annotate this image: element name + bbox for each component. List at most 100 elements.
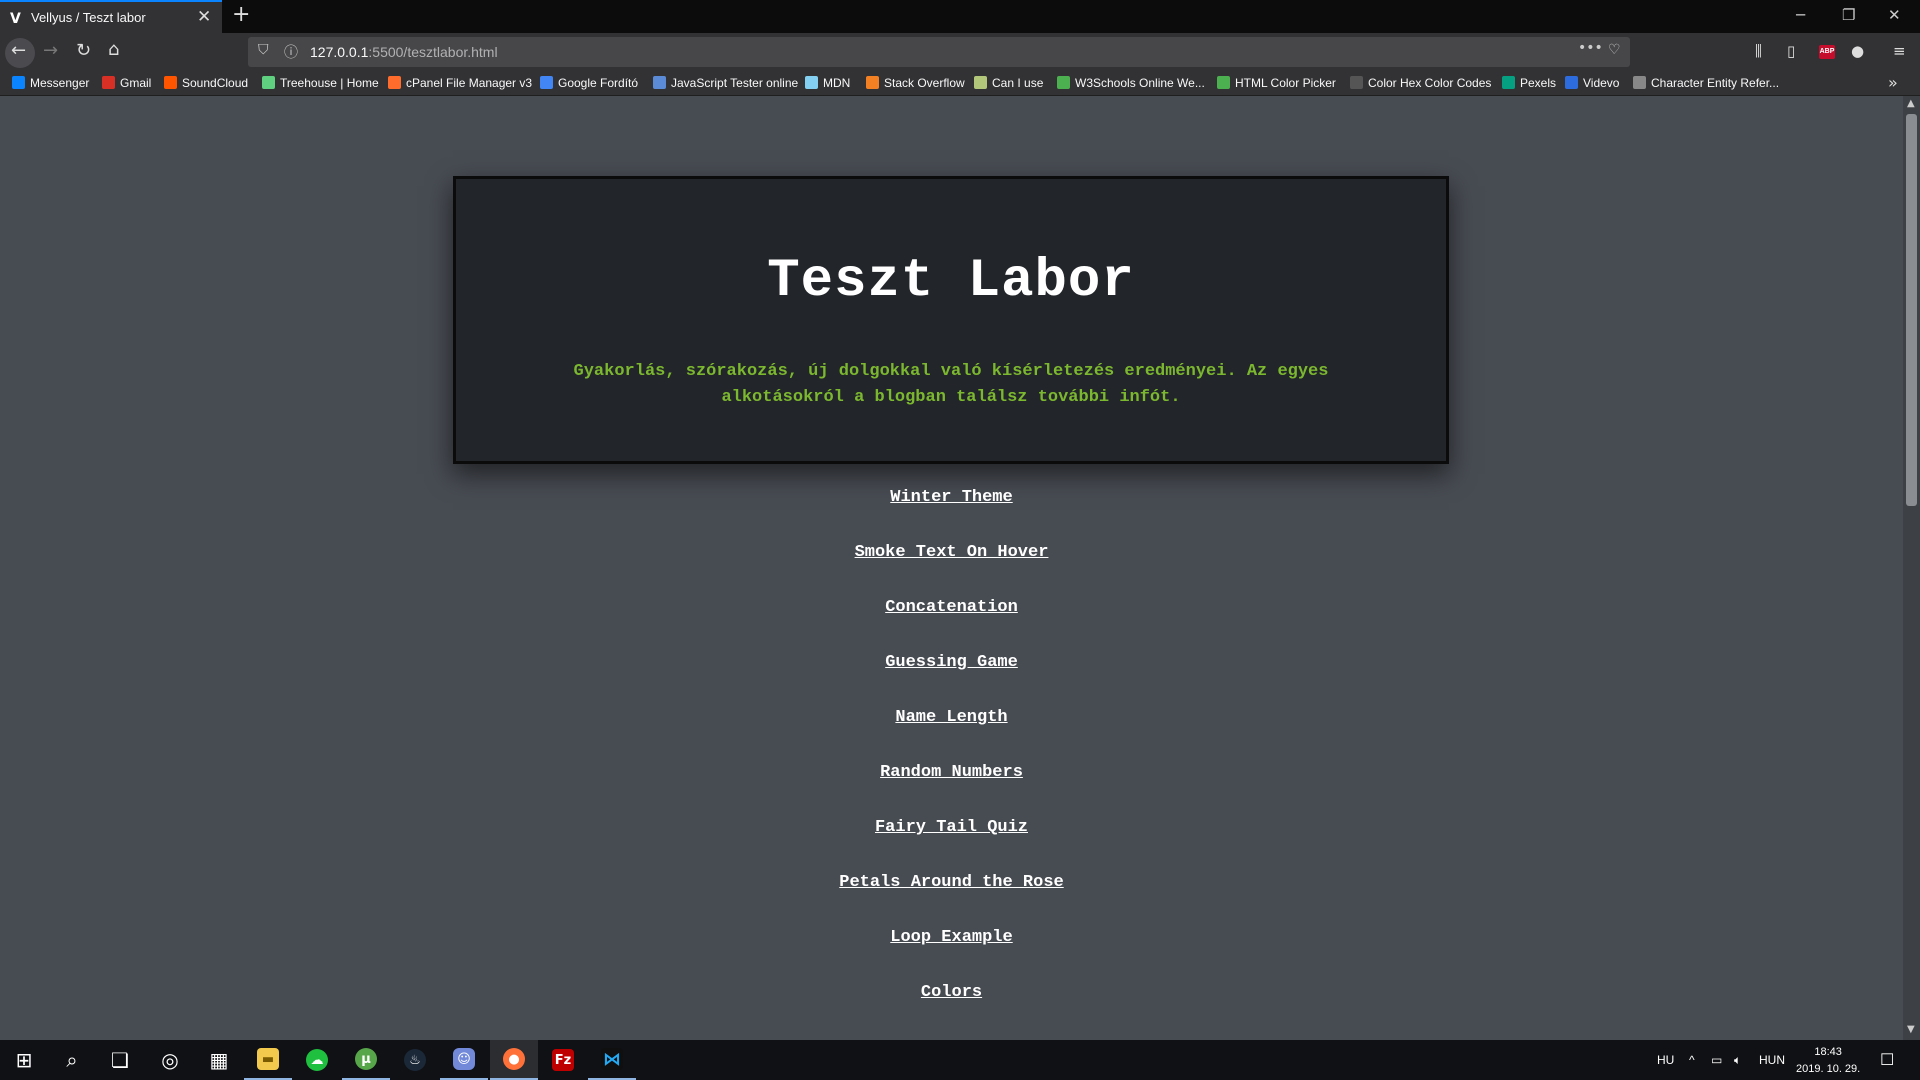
bookmark-item[interactable]: Pexels xyxy=(1502,76,1556,92)
clock-time: 18:43 xyxy=(1814,1046,1842,1058)
close-window-icon[interactable]: ✕ xyxy=(1888,6,1901,24)
steam-icon[interactable]: ♨ xyxy=(391,1040,439,1080)
bookmark-label: Pexels xyxy=(1520,76,1557,90)
task-view-icon[interactable]: ❏ xyxy=(96,1040,144,1080)
bookmark-item[interactable]: SoundCloud xyxy=(164,76,248,92)
bookmark-favicon-icon xyxy=(866,76,879,89)
tab-title: Vellyus / Teszt labor xyxy=(31,10,146,25)
library-icon[interactable]: ⫼ xyxy=(1755,42,1762,60)
notifications-icon[interactable]: ☐ xyxy=(1880,1040,1894,1080)
bookmark-item[interactable]: Character Entity Refer... xyxy=(1633,76,1779,92)
file-explorer-icon[interactable]: ▬ xyxy=(244,1040,292,1080)
scroll-up-icon[interactable]: ▲ xyxy=(1907,98,1915,109)
url-bar[interactable]: ⛉ ⓘ 127.0.0.1:5500/tesztlabor.html ••• ♡ xyxy=(248,37,1630,67)
tab-favicon: V xyxy=(10,11,21,27)
input-language[interactable]: HUN xyxy=(1759,1040,1785,1080)
bookmark-item[interactable]: Gmail xyxy=(102,76,151,92)
bookmark-item[interactable]: cPanel File Manager v3 xyxy=(388,76,532,92)
project-link[interactable]: Random Numbers xyxy=(880,763,1023,782)
project-link[interactable]: Concatenation xyxy=(885,598,1018,617)
vscode-icon[interactable]: ⋈ xyxy=(588,1040,636,1080)
project-link-item: Name Length xyxy=(0,708,1903,763)
restore-icon[interactable]: ❐ xyxy=(1842,6,1855,24)
bookmark-label: Character Entity Refer... xyxy=(1651,76,1780,90)
adblock-icon[interactable]: ABP xyxy=(1819,45,1835,59)
shield-icon[interactable]: ⛉ xyxy=(258,42,269,58)
bookmark-item[interactable]: HTML Color Picker xyxy=(1217,76,1336,92)
minimize-icon[interactable]: ─ xyxy=(1796,6,1805,24)
project-link[interactable]: Smoke Text On Hover xyxy=(855,543,1049,562)
project-link-item: Smoke Text On Hover xyxy=(0,543,1903,598)
windows-start-icon[interactable]: ⊞ xyxy=(0,1040,48,1080)
bookmark-item[interactable]: W3Schools Online We... xyxy=(1057,76,1205,92)
clock-date: 2019. 10. 29. xyxy=(1796,1063,1861,1075)
bookmarks-overflow-icon[interactable]: » xyxy=(1888,73,1898,92)
project-link[interactable]: Name Length xyxy=(895,708,1007,727)
calculator-icon[interactable]: ▦ xyxy=(195,1040,243,1080)
discord-icon[interactable]: ☺ xyxy=(440,1040,488,1080)
bookmark-favicon-icon xyxy=(1217,76,1230,89)
project-link[interactable]: Loop Example xyxy=(890,928,1012,947)
network-icon[interactable]: ▭ xyxy=(1711,1040,1722,1080)
volume-icon[interactable]: 🔈︎ xyxy=(1734,1040,1741,1080)
forward-arrow-icon[interactable]: → xyxy=(43,40,58,61)
page-title: Teszt Labor xyxy=(767,251,1135,312)
menu-icon[interactable]: ≡ xyxy=(1893,42,1906,60)
project-link-item: Petals Around the Rose xyxy=(0,873,1903,928)
page-actions-icon[interactable]: ••• xyxy=(1578,40,1603,56)
project-link[interactable]: Fairy Tail Quiz xyxy=(875,818,1028,837)
reload-icon[interactable]: ↻ xyxy=(76,40,91,61)
bookmark-label: Color Hex Color Codes xyxy=(1368,76,1492,90)
bookmark-label: cPanel File Manager v3 xyxy=(406,76,533,90)
project-link[interactable]: Petals Around the Rose xyxy=(839,873,1063,892)
project-links: Winter Theme Smoke Text On Hover Concatena… xyxy=(0,488,1903,1038)
bookmark-item[interactable]: Videvo xyxy=(1565,76,1619,92)
scrollbar-thumb[interactable] xyxy=(1906,114,1917,506)
bookmark-label: W3Schools Online We... xyxy=(1075,76,1205,90)
show-hidden-icons-icon[interactable]: ^ xyxy=(1689,1040,1695,1080)
back-arrow-icon[interactable]: ← xyxy=(11,40,26,61)
bookmark-item[interactable]: Stack Overflow xyxy=(866,76,965,92)
bookmark-label: Can I use xyxy=(992,76,1044,90)
clock[interactable]: 18:43 2019. 10. 29. xyxy=(1796,1044,1860,1078)
search-icon[interactable]: ⌕ xyxy=(48,1040,96,1080)
new-tab-button[interactable]: + xyxy=(232,2,250,27)
tab-active[interactable]: V Vellyus / Teszt labor ✕ xyxy=(0,0,222,33)
bookmark-favicon-icon xyxy=(12,76,25,89)
input-language-short[interactable]: HU xyxy=(1657,1040,1674,1080)
scrollbar[interactable]: ▲ ▼ xyxy=(1903,96,1920,1040)
project-link[interactable]: Winter Theme xyxy=(890,488,1012,507)
bookmark-item[interactable]: Color Hex Color Codes xyxy=(1350,76,1491,92)
project-link[interactable]: Guessing Game xyxy=(885,653,1018,672)
bookmark-item[interactable]: Can I use xyxy=(974,76,1043,92)
home-icon[interactable]: ⌂ xyxy=(108,39,119,60)
header-card: Teszt Labor Gyakorlás, szórakozás, új do… xyxy=(453,176,1449,464)
account-icon[interactable]: ● xyxy=(1851,42,1864,60)
bookmark-label: JavaScript Tester online xyxy=(671,76,799,90)
cortana-icon[interactable]: ◎ xyxy=(146,1040,194,1080)
url-text[interactable]: 127.0.0.1:5500/tesztlabor.html xyxy=(310,44,498,60)
project-link[interactable]: Colors xyxy=(921,983,982,1002)
utorrent-icon[interactable]: µ xyxy=(342,1040,390,1080)
cloud-app-icon[interactable]: ☁ xyxy=(293,1040,341,1080)
scroll-down-icon[interactable]: ▼ xyxy=(1907,1024,1915,1035)
page-content: Teszt Labor Gyakorlás, szórakozás, új do… xyxy=(0,96,1903,1040)
bookmark-favicon-icon xyxy=(164,76,177,89)
bookmark-label: MDN xyxy=(823,76,851,90)
pocket-icon[interactable]: ♡ xyxy=(1608,42,1621,58)
bookmark-item[interactable]: JavaScript Tester online xyxy=(653,76,798,92)
bookmark-item[interactable]: Google Fordító xyxy=(540,76,638,92)
project-link-item: Random Numbers xyxy=(0,763,1903,818)
sidebar-icon[interactable]: ▯ xyxy=(1787,42,1795,60)
bookmark-favicon-icon xyxy=(974,76,987,89)
info-icon[interactable]: ⓘ xyxy=(284,42,298,62)
bookmark-label: Google Fordító xyxy=(558,76,639,90)
filezilla-icon[interactable]: Fz xyxy=(539,1040,587,1080)
bookmark-item[interactable]: MDN xyxy=(805,76,850,92)
project-link-item: Winter Theme xyxy=(0,488,1903,543)
tab-close-icon[interactable]: ✕ xyxy=(197,7,211,27)
bookmark-item[interactable]: Treehouse | Home xyxy=(262,76,379,92)
project-link-item: Loop Example xyxy=(0,928,1903,983)
bookmark-item[interactable]: Messenger xyxy=(12,76,89,92)
firefox-icon[interactable]: ● xyxy=(490,1040,538,1080)
